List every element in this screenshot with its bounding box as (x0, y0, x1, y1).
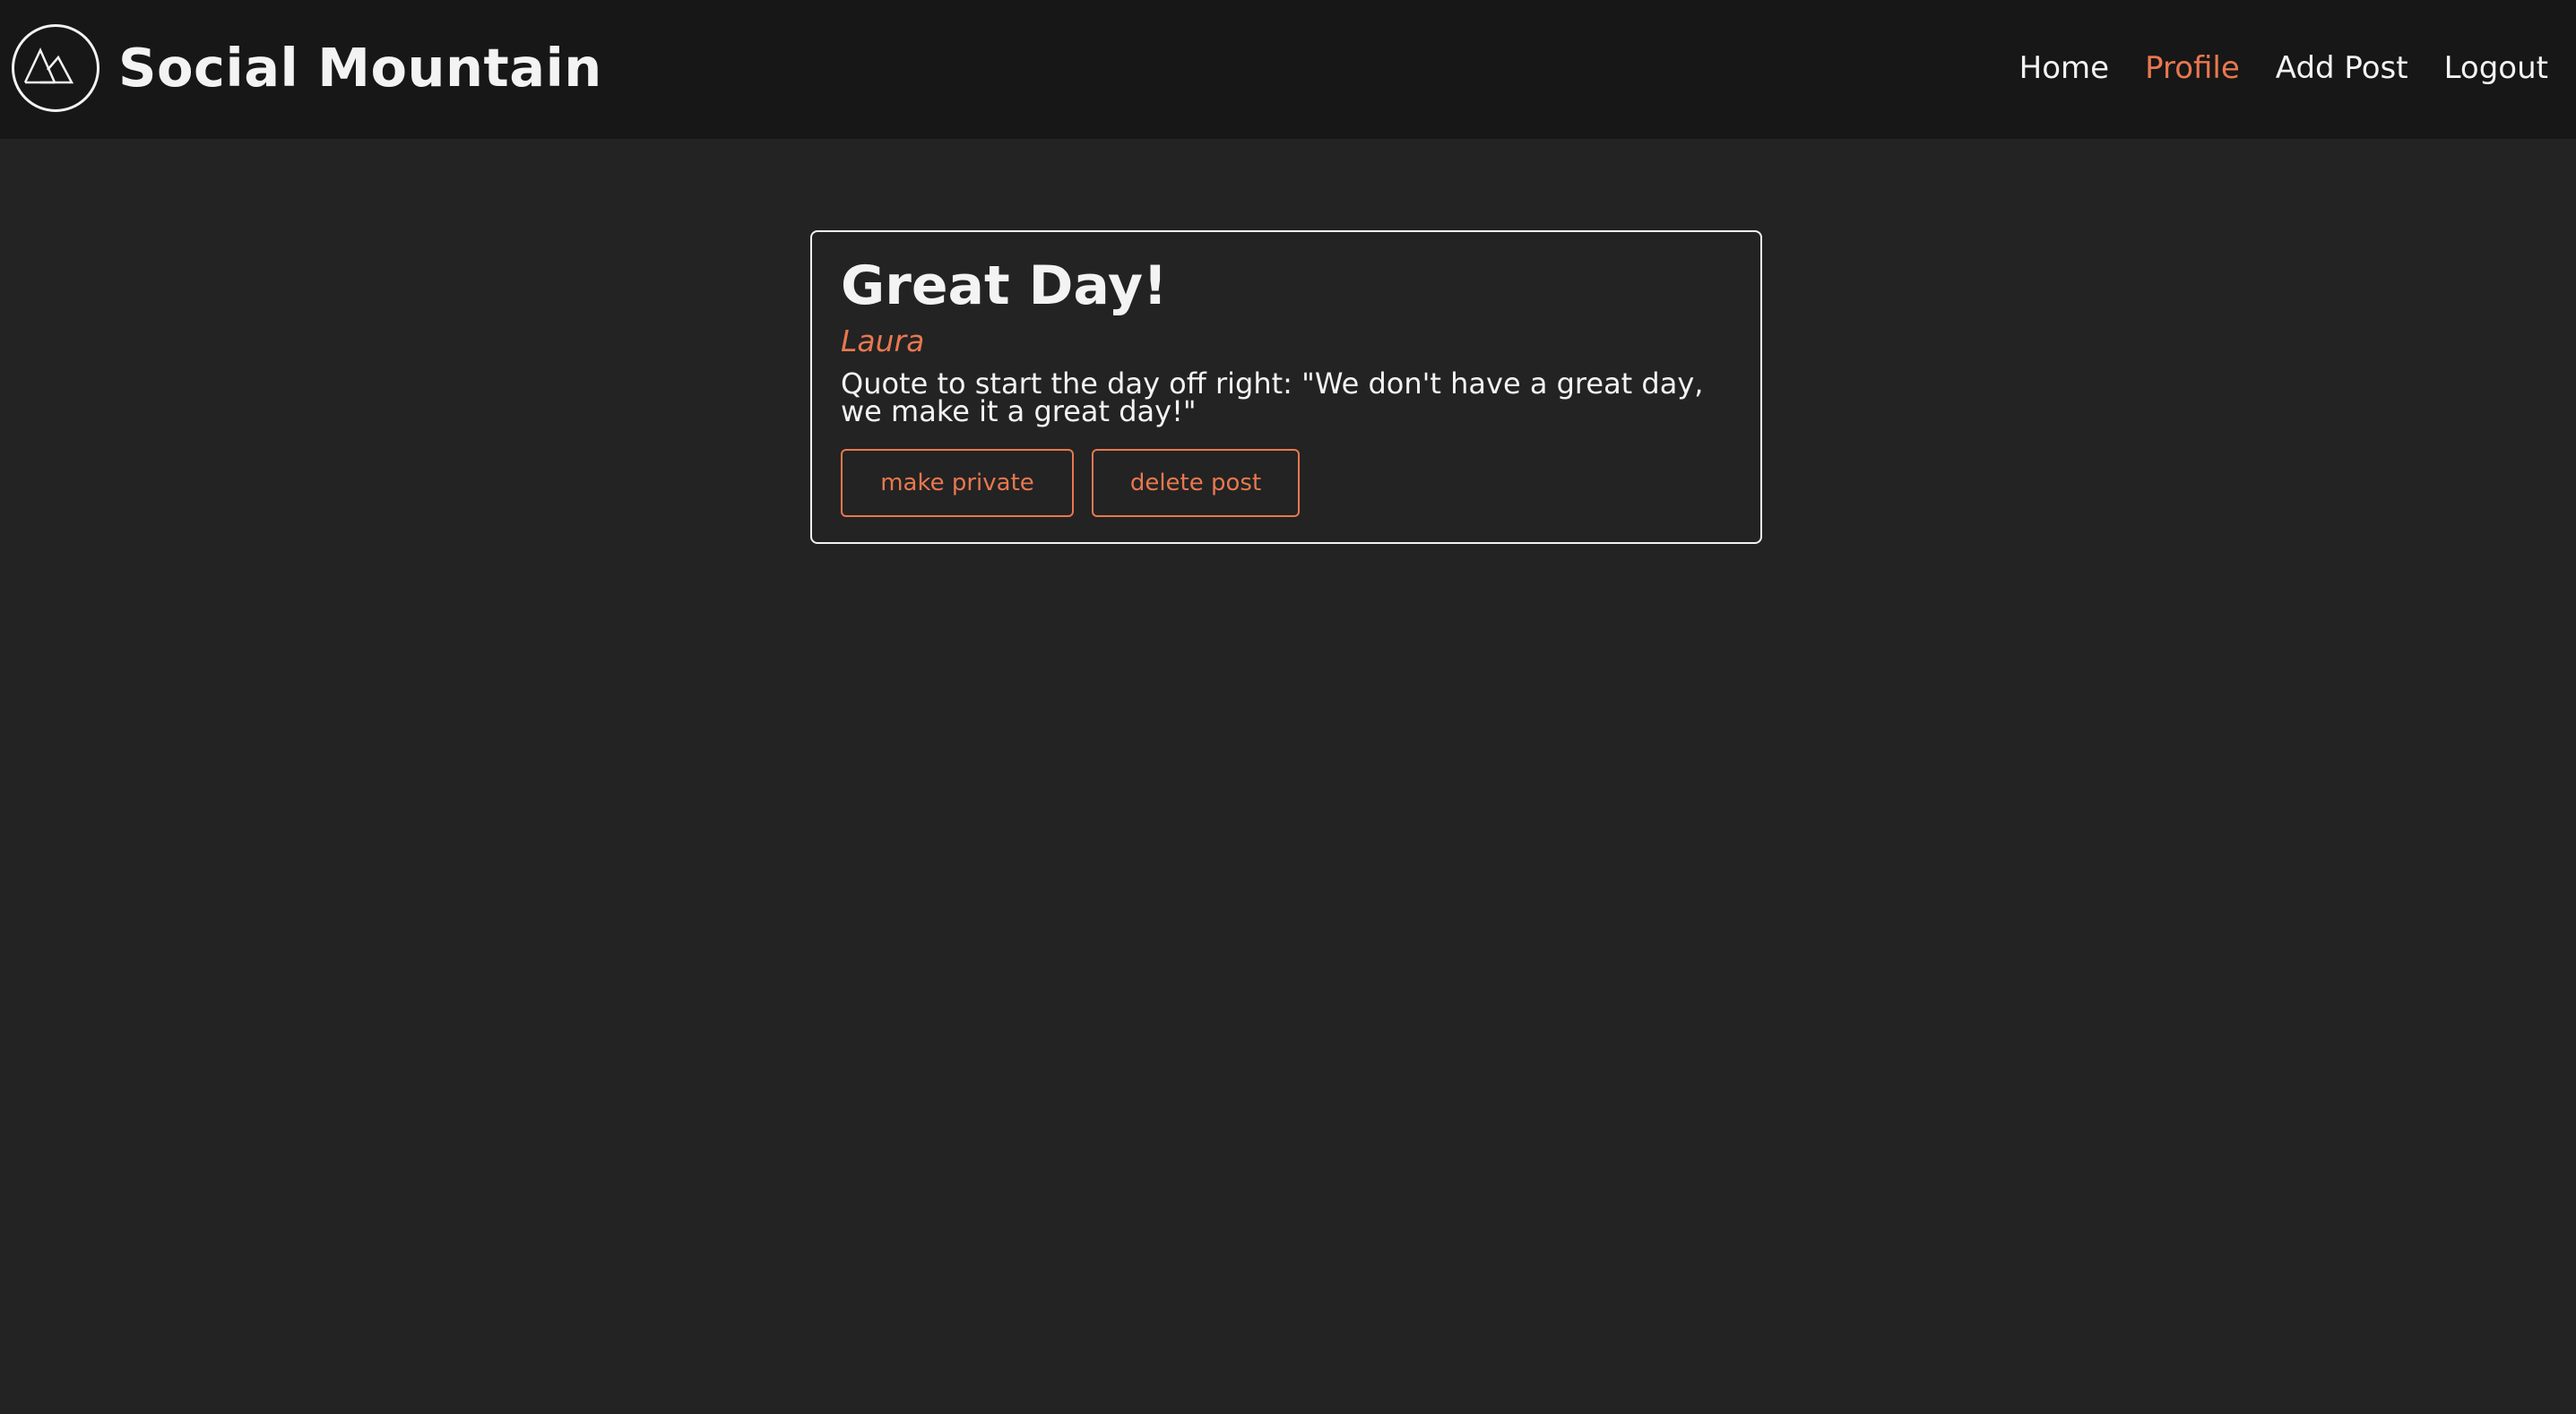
main-nav: Home Profile Add Post Logout (2019, 47, 2548, 90)
delete-post-button[interactable]: delete post (1092, 449, 1300, 517)
post-body: Quote to start the day off right: "We do… (841, 366, 1704, 428)
nav-logout-link[interactable]: Logout (2444, 47, 2548, 90)
post-card: Great Day! Laura Quote to start the day … (810, 230, 1762, 544)
post-author: Laura (841, 323, 925, 358)
nav-home-link[interactable]: Home (2019, 47, 2109, 90)
nav-add-post-link[interactable]: Add Post (2276, 47, 2408, 90)
app-title: Social Mountain (118, 37, 602, 99)
make-private-button[interactable]: make private (841, 449, 1074, 517)
post-title: Great Day! (841, 254, 1168, 317)
nav-profile-link[interactable]: Profile (2145, 47, 2240, 90)
app-header: Social Mountain Home Profile Add Post Lo… (0, 0, 2576, 139)
mountain-logo-icon[interactable] (11, 23, 100, 113)
